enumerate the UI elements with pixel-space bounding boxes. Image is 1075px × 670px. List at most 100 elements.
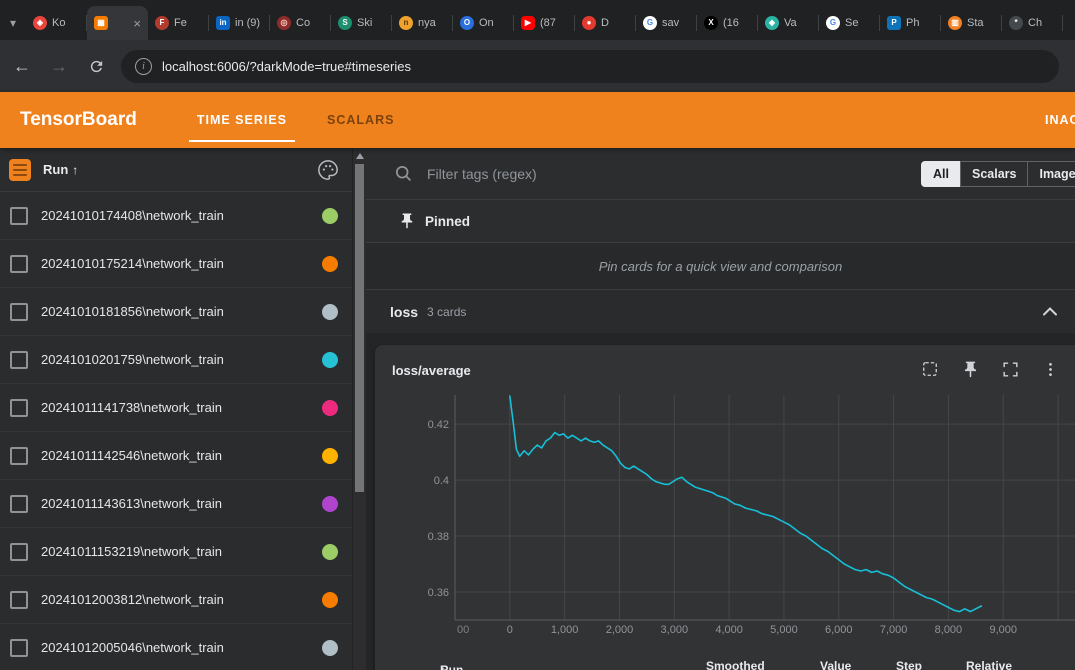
run-color-dot[interactable] xyxy=(322,207,338,224)
browser-toolbar: ← → i localhost:6006/?darkMode=true#time… xyxy=(0,40,1075,92)
loss-section-header[interactable]: loss 3 cards xyxy=(366,290,1075,333)
scrollbar-thumb[interactable] xyxy=(355,164,364,492)
inactive-runs-menu[interactable]: INACTIVE xyxy=(1045,92,1075,148)
sidebar-scrollbar[interactable] xyxy=(352,148,366,670)
filter-images-button[interactable]: Images xyxy=(1027,161,1075,187)
run-list-item[interactable]: 20241011153219\network_train xyxy=(0,528,352,576)
browser-tab[interactable]: ◆ Va xyxy=(758,6,819,40)
run-color-dot[interactable] xyxy=(322,303,338,320)
browser-window: ▾ ◈ Ko ▦ × F Fe in in (9) ◎ Co S Ski n nya O On ▶ (87 ● D Gs… xyxy=(0,0,1075,670)
run-list-item[interactable]: 20241012003812\network_train xyxy=(0,576,352,624)
reload-button[interactable] xyxy=(81,51,111,81)
browser-tab[interactable]: * Ch xyxy=(1002,6,1063,40)
x-tick-label: 9,000 xyxy=(989,624,1017,636)
browser-tab[interactable]: O On xyxy=(453,6,514,40)
run-checkbox[interactable] xyxy=(10,590,28,609)
forward-button[interactable]: → xyxy=(44,51,74,81)
browser-tab[interactable]: ● D xyxy=(575,6,636,40)
runs-table-header: Run ↑ xyxy=(0,148,352,192)
run-list-item[interactable]: 20241010201759\network_train xyxy=(0,336,352,384)
run-checkbox[interactable] xyxy=(10,542,28,561)
browser-tab[interactable]: ▦ × xyxy=(87,6,148,40)
site-icon-red2: ● xyxy=(582,16,596,30)
tab-title: Sta xyxy=(967,17,984,29)
section-title: loss xyxy=(390,303,419,320)
smoothed-column-header[interactable]: Smoothed xyxy=(706,659,765,670)
run-color-dot[interactable] xyxy=(322,591,338,608)
cards-area: loss/average 0 1,000 2,000 3,000 4,000 5… xyxy=(366,333,1075,670)
run-color-dot[interactable] xyxy=(322,543,338,560)
run-checkbox[interactable] xyxy=(10,398,28,417)
browser-tab[interactable]: S Ski xyxy=(331,6,392,40)
run-color-dot[interactable] xyxy=(322,255,338,272)
pinned-label: Pinned xyxy=(425,213,471,229)
step-column-header[interactable]: Step xyxy=(896,659,922,670)
browser-tab[interactable]: ▶ (87 xyxy=(514,6,575,40)
run-name: 20241010181856\network_train xyxy=(41,304,224,319)
run-column-header[interactable]: Run xyxy=(43,162,68,177)
value-column-header[interactable]: Value xyxy=(820,659,851,670)
address-bar[interactable]: i localhost:6006/?darkMode=true#timeseri… xyxy=(121,49,1059,83)
site-info-icon[interactable]: i xyxy=(135,57,152,75)
tab-title: Ski xyxy=(357,17,373,29)
run-name: 20241011153219\network_train xyxy=(41,544,222,559)
scroll-up-arrow-icon[interactable] xyxy=(356,153,364,159)
relative-column-header[interactable]: Relative xyxy=(966,659,1012,670)
card-more-menu-button[interactable] xyxy=(1038,357,1062,381)
run-checkbox[interactable] xyxy=(10,350,28,369)
run-color-dot[interactable] xyxy=(322,351,338,368)
url-text: localhost:6006/?darkMode=true#timeseries xyxy=(162,58,411,74)
browser-tab[interactable]: ◎ Co xyxy=(270,6,331,40)
browser-tab[interactable]: n nya xyxy=(392,6,453,40)
filter-scalars-button[interactable]: Scalars xyxy=(959,161,1029,187)
run-list-item[interactable]: 20241010174408\network_train xyxy=(0,192,352,240)
site-icon-darkred: F xyxy=(155,16,169,30)
run-list-item[interactable]: 20241011141738\network_train xyxy=(0,384,352,432)
site-icon-green: S xyxy=(338,16,352,30)
fit-to-data-button[interactable] xyxy=(918,357,942,381)
color-palette-icon[interactable] xyxy=(317,159,339,181)
run-checkbox[interactable] xyxy=(10,638,28,657)
filter-all-button[interactable]: All xyxy=(921,161,961,187)
run-list-item[interactable]: 20241011142546\network_train xyxy=(0,432,352,480)
browser-tab[interactable]: X (16 xyxy=(697,6,758,40)
tab-close-icon[interactable]: × xyxy=(133,17,141,30)
tensorboard-tab-time-series[interactable]: TIME SERIES xyxy=(177,92,307,148)
loss-average-chart[interactable]: 0 1,000 2,000 3,000 4,000 5,000 6,000 7,000 8,00… xyxy=(420,390,1075,640)
back-button[interactable]: ← xyxy=(7,51,37,81)
browser-tab[interactable]: Gsav xyxy=(636,6,697,40)
run-checkbox[interactable] xyxy=(10,254,28,273)
browser-tab[interactable]: G Se xyxy=(819,6,880,40)
run-list-item[interactable]: 20241010181856\network_train xyxy=(0,288,352,336)
browser-tab[interactable]: in in (9) xyxy=(209,6,270,40)
run-checkbox[interactable] xyxy=(10,302,28,321)
tag-filter-input[interactable] xyxy=(425,164,809,183)
runs-menu-icon[interactable] xyxy=(9,158,31,181)
tab-title: (16 xyxy=(723,17,739,29)
browser-tab[interactable]: ▥ Sta xyxy=(941,6,1002,40)
run-checkbox[interactable] xyxy=(10,494,28,513)
collapse-section-button[interactable] xyxy=(1038,300,1062,324)
run-checkbox[interactable] xyxy=(10,206,28,225)
run-color-dot[interactable] xyxy=(322,399,338,416)
tensorboard-logo[interactable]: TensorBoard xyxy=(20,109,137,131)
pin-icon xyxy=(401,213,413,229)
browser-tab[interactable]: ◈ Ko xyxy=(26,6,87,40)
browser-tab[interactable]: P Ph xyxy=(880,6,941,40)
run-color-dot[interactable] xyxy=(322,495,338,512)
browser-tab[interactable]: F Fe xyxy=(148,6,209,40)
plugin-filter-group: AllScalarsImages xyxy=(921,161,1075,187)
tab-search-button[interactable]: ▾ xyxy=(0,6,26,40)
run-name: 20241010175214\network_train xyxy=(41,256,224,271)
fullscreen-button[interactable] xyxy=(998,357,1022,381)
stackoverflow-icon: ▥ xyxy=(948,16,962,30)
run-list-item[interactable]: 20241012005046\network_train xyxy=(0,624,352,670)
tensorboard-tab-scalars[interactable]: SCALARS xyxy=(307,92,414,148)
run-color-dot[interactable] xyxy=(322,639,338,656)
y-tick-label: 0.4 xyxy=(434,475,449,487)
run-checkbox[interactable] xyxy=(10,446,28,465)
run-color-dot[interactable] xyxy=(322,447,338,464)
run-list-item[interactable]: 20241011143613\network_train xyxy=(0,480,352,528)
pin-card-button[interactable] xyxy=(958,357,982,381)
run-list-item[interactable]: 20241010175214\network_train xyxy=(0,240,352,288)
